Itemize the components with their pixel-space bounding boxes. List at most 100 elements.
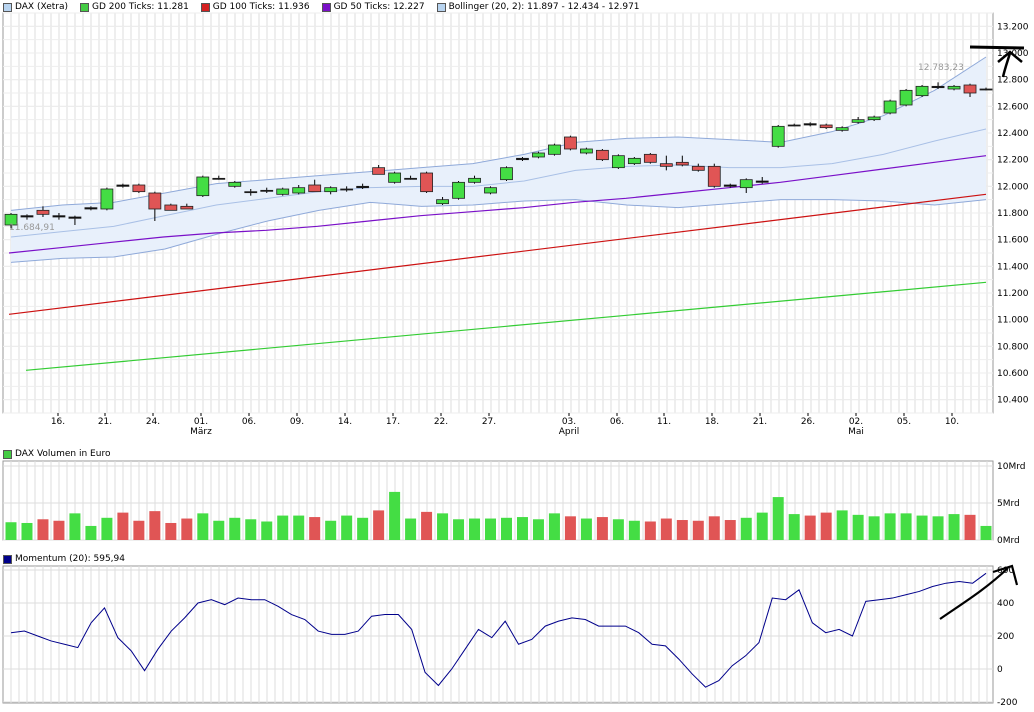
momentum-y-tick-label: 0 (997, 665, 1003, 675)
x-tick-label: 06. (610, 417, 624, 427)
candle-body (915, 85, 929, 97)
x-tick-label: 24. (146, 417, 160, 427)
y-tick-label: 11.800 (997, 209, 1029, 219)
y-tick-label: 13.200 (997, 22, 1029, 32)
y-tick-label: 11.600 (997, 236, 1029, 246)
candle-body (979, 88, 993, 91)
candle-body (947, 85, 961, 90)
momentum-y-tick-label: 200 (997, 632, 1014, 642)
volume-bar (548, 513, 560, 540)
volume-bar (980, 525, 992, 540)
candle-body (260, 189, 274, 192)
volume-bar (740, 517, 752, 540)
candle-body (963, 84, 977, 94)
momentum-y-tick-label: 400 (997, 599, 1014, 609)
volume-bar (900, 513, 912, 540)
candle-body (52, 215, 66, 218)
volume-bar (197, 513, 209, 540)
x-tick-label: 14. (338, 417, 352, 427)
y-tick-label: 10.400 (997, 396, 1029, 406)
candle-body (324, 187, 338, 193)
volume-bar (852, 514, 864, 540)
candle-body (308, 184, 322, 193)
candle-body (755, 180, 769, 183)
volume-bar (948, 514, 960, 540)
volume-bar (229, 517, 241, 540)
candle-body (452, 181, 465, 199)
volume-bar (293, 515, 305, 540)
candle-body (627, 157, 641, 165)
volume-bar (5, 522, 17, 540)
momentum-y-tick-label: -200 (997, 698, 1018, 708)
x-tick-label: 11. (657, 417, 671, 427)
candle-body (835, 127, 849, 131)
volume-bar (37, 519, 49, 540)
x-tick-label: 10. (945, 417, 959, 427)
volume-bar (117, 512, 129, 540)
volume-bar (373, 510, 385, 540)
candle-body (867, 116, 881, 121)
volume-panel: 10Mrd 5Mrd 0Mrd (2, 460, 1025, 546)
volume-bar (453, 519, 465, 540)
month-label: März (190, 427, 212, 437)
y-tick-label: 11.000 (997, 316, 1029, 326)
candle-body (500, 167, 513, 181)
y-tick-label: 12.800 (997, 76, 1029, 86)
volume-bar (181, 518, 193, 540)
volume-y-tick-label: 5Mrd (997, 499, 1020, 509)
x-tick-label: 02. (849, 417, 863, 427)
volume-bar (469, 518, 481, 540)
candle-body (388, 172, 402, 183)
candle-body (899, 89, 913, 106)
x-tick-label: 21. (98, 417, 112, 427)
candle-body (68, 216, 82, 219)
volume-bar (884, 513, 896, 540)
candle-body (675, 161, 689, 166)
volume-bar (149, 511, 161, 540)
candle-body (851, 119, 865, 123)
volume-bar (788, 514, 800, 540)
candle-body (595, 149, 609, 161)
x-tick-label: 09. (290, 417, 304, 427)
volume-bar (485, 518, 497, 540)
x-tick-label: 17. (386, 417, 400, 427)
candle-body (244, 191, 258, 194)
volume-bar (213, 520, 225, 540)
candle-body (723, 184, 737, 187)
volume-bar (772, 497, 784, 540)
high-annotation: 12.783,23 (918, 63, 964, 73)
volume-bar (708, 516, 720, 540)
volume-bar (389, 491, 401, 540)
volume-bar (868, 516, 880, 540)
candle-body (84, 207, 98, 210)
volume-bar (676, 520, 688, 540)
y-tick-label: 12.600 (997, 102, 1029, 112)
x-tick-label: 18. (705, 417, 719, 427)
candle-body (516, 157, 529, 161)
candle-body (883, 100, 897, 114)
candle-body (212, 177, 226, 180)
dax-chart: 13.20013.00012.80012.60012.40012.20012.0… (2, 12, 1029, 708)
x-tick-label: 27. (482, 417, 496, 427)
candle-body (132, 184, 146, 193)
volume-bar (437, 513, 449, 540)
candle-body (580, 148, 593, 154)
volume-bar (564, 516, 576, 540)
y-tick-label: 12.000 (997, 182, 1029, 192)
candle-body (372, 167, 386, 175)
volume-bar (756, 512, 768, 540)
candle-body (116, 184, 130, 187)
momentum-panel: 6004002000-200 (2, 565, 1018, 708)
volume-bar (596, 517, 608, 540)
volume-y-tick-label: 10Mrd (997, 462, 1025, 472)
x-tick-label: 22. (434, 417, 448, 427)
month-label: April (559, 427, 580, 437)
volume-bar (421, 511, 433, 540)
arrow-top-line (969, 45, 1025, 50)
y-tick-label: 12.400 (997, 129, 1029, 139)
volume-bar (692, 520, 704, 540)
candle-body (484, 187, 497, 194)
month-label: Mai (848, 427, 864, 437)
volume-bar (580, 518, 592, 540)
candle-body (292, 187, 306, 194)
